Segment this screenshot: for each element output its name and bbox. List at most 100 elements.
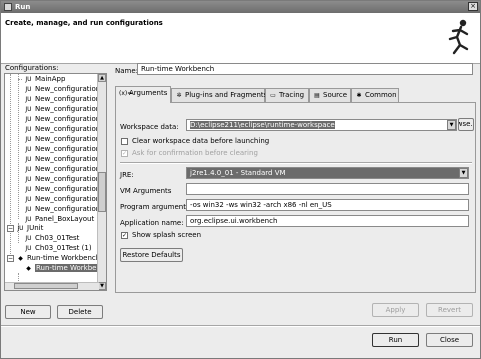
new-button[interactable]: New — [5, 305, 51, 319]
application-name-label: Application name: — [120, 219, 184, 227]
revert-button[interactable]: Revert — [426, 303, 473, 317]
tree-connector — [18, 79, 22, 80]
tree-item-label: Ch03_01Test — [35, 234, 80, 242]
junit-icon: JU — [25, 234, 32, 242]
workbench-expander[interactable]: − — [7, 255, 14, 262]
junit-icon: JU — [25, 145, 32, 153]
junit-icon: JU — [25, 115, 32, 123]
tab-plugins-fragments[interactable]: ✲ Plug-ins and Fragments — [171, 88, 268, 102]
tree-item-config[interactable]: JU New_configuration — [24, 124, 100, 134]
banner: Create, manage, and run configurations — [1, 13, 480, 64]
arguments-icon: (x)= — [119, 89, 133, 97]
bottom-divider — [1, 325, 480, 327]
tree-item-config[interactable]: JU New_configuration — [24, 154, 100, 164]
tree-item-config[interactable]: JU New_configuration — [24, 114, 100, 124]
divider — [120, 162, 472, 164]
browse-button[interactable]: Browse... — [458, 118, 474, 131]
junit-expander[interactable]: − — [7, 225, 14, 232]
clear-workspace-checkbox[interactable] — [121, 138, 128, 145]
junit-icon: JU — [25, 215, 32, 223]
scroll-up-button[interactable]: ▲ — [98, 74, 106, 82]
jre-combo[interactable]: j2re1.4.0_01 - Standard VM — [186, 167, 469, 179]
tree-item-label: New_configuration — [35, 165, 101, 173]
tree-item-label: New_configuration — [35, 185, 101, 193]
tab-label: Plug-ins and Fragments — [185, 91, 268, 99]
tree-item-runtime-workbench-selected[interactable]: ◆ Run-time Workbe — [24, 263, 98, 273]
name-input[interactable]: Run-time Workbench — [137, 63, 473, 75]
configurations-label: Configurations: — [5, 64, 59, 72]
tree-item-label: New_configuration — [35, 195, 101, 203]
restore-defaults-button[interactable]: Restore Defaults — [120, 248, 183, 262]
tree-item-label: New_configuration — [35, 125, 101, 133]
junit-icon: JU — [25, 165, 32, 173]
window-icon — [4, 3, 12, 11]
run-button[interactable]: Run — [372, 333, 419, 347]
tree-item-mainapp[interactable]: JU MainApp — [24, 74, 65, 84]
tree-group-runtime-workbench[interactable]: ◆ Run-time Workbench — [16, 253, 100, 263]
tree-item-label: Panel_BoxLayout — [35, 215, 95, 223]
clear-workspace-label: Clear workspace data before launching — [132, 137, 270, 145]
tab-label: Arguments — [129, 89, 168, 97]
tree-item-label: Run-time Workbe — [35, 264, 98, 272]
delete-button[interactable]: Delete — [57, 305, 103, 319]
tree-item-label: New_configuration — [35, 95, 101, 103]
workspace-data-combo[interactable]: D:\eclipse211\eclipse\runtime-workspace — [186, 119, 457, 131]
configurations-tree[interactable]: JU MainApp JU New_configuration JU New_conf… — [4, 73, 107, 291]
jre-dropdown-button[interactable]: ▼ — [459, 168, 468, 178]
plugin-icon: ✲ — [176, 91, 182, 99]
workspace-path-value: D:\eclipse211\eclipse\runtime-workspace — [190, 121, 335, 129]
close-button[interactable]: Close — [426, 333, 473, 347]
ask-confirmation-label: Ask for confirmation before clearing — [132, 149, 258, 157]
junit-icon: JU — [17, 224, 24, 232]
window-title: Run — [15, 3, 31, 11]
tree-vertical-scrollbar[interactable]: ▲ ▼ — [97, 74, 106, 290]
tree-item-label: Ch03_01Test (1) — [35, 244, 92, 252]
tree-guide — [18, 273, 19, 281]
tree-item-ch03-01test[interactable]: JU Ch03_01Test — [24, 233, 79, 243]
vm-arguments-input[interactable] — [186, 183, 469, 195]
source-icon: ▤ — [314, 91, 320, 99]
junit-icon: JU — [25, 125, 32, 133]
tree-item-config[interactable]: JU New_configuration — [24, 164, 100, 174]
tracing-icon: ▭ — [270, 91, 276, 99]
program-arguments-input[interactable]: -os win32 -ws win32 -arch x86 -nl en_US — [186, 199, 469, 211]
scroll-down-button[interactable]: ▼ — [98, 282, 106, 290]
tree-item-config[interactable]: JU New_configuration — [24, 94, 100, 104]
tree-item-config[interactable]: JU New_configuration — [24, 184, 100, 194]
tree-item-label: New_configuration — [35, 155, 101, 163]
tab-tracing[interactable]: ▭ Tracing — [265, 88, 309, 102]
scroll-thumb[interactable] — [98, 172, 106, 212]
close-window-button[interactable]: × — [468, 2, 478, 11]
run-dialog: Run × Create, manage, and run configurat… — [0, 0, 481, 359]
running-figure-icon — [448, 19, 469, 55]
tree-item-label: New_configuration — [35, 115, 101, 123]
tree-item-config[interactable]: JU New_configuration — [24, 84, 100, 94]
tree-item-config[interactable]: JU New_configuration — [24, 104, 100, 114]
tree-item-config[interactable]: JU New_configuration — [24, 194, 100, 204]
junit-icon: JU — [25, 75, 32, 83]
tree-item-ch03-01test-1[interactable]: JU Ch03_01Test (1) — [24, 243, 92, 253]
hscroll-thumb[interactable] — [14, 283, 78, 289]
workbench-icon: ◆ — [26, 264, 31, 272]
tree-item-config[interactable]: JU New_configuration — [24, 204, 100, 214]
tree-item-label: New_configuration — [35, 145, 101, 153]
tree-item-config[interactable]: JU New_configuration — [24, 174, 100, 184]
tree-group-junit[interactable]: JU JUnit — [16, 223, 43, 233]
tree-item-config[interactable]: JU New_configuration — [24, 134, 100, 144]
tree-group-label: Run-time Workbench — [27, 254, 101, 262]
tab-source[interactable]: ▤ Source — [309, 88, 351, 102]
tab-arguments[interactable]: (x)=Arguments — [115, 86, 171, 103]
junit-icon: JU — [25, 155, 32, 163]
tree-item-config[interactable]: JU New_configuration — [24, 144, 100, 154]
apply-button[interactable]: Apply — [372, 303, 419, 317]
tree-guide — [10, 74, 11, 262]
tab-common[interactable]: ✱ Common — [351, 88, 399, 102]
application-name-input[interactable]: org.eclipse.ui.workbench — [186, 215, 469, 227]
tree-horizontal-scrollbar[interactable] — [5, 282, 99, 290]
tree-item-label: New_configuration — [35, 135, 101, 143]
splash-screen-checkbox[interactable]: ✓ — [121, 232, 128, 239]
workspace-dropdown-button[interactable]: ▼ — [447, 120, 456, 130]
tree-item-label: New_configuration — [35, 175, 101, 183]
tab-label: Tracing — [279, 91, 305, 99]
ask-confirmation-checkbox[interactable]: ✓ — [121, 150, 128, 157]
